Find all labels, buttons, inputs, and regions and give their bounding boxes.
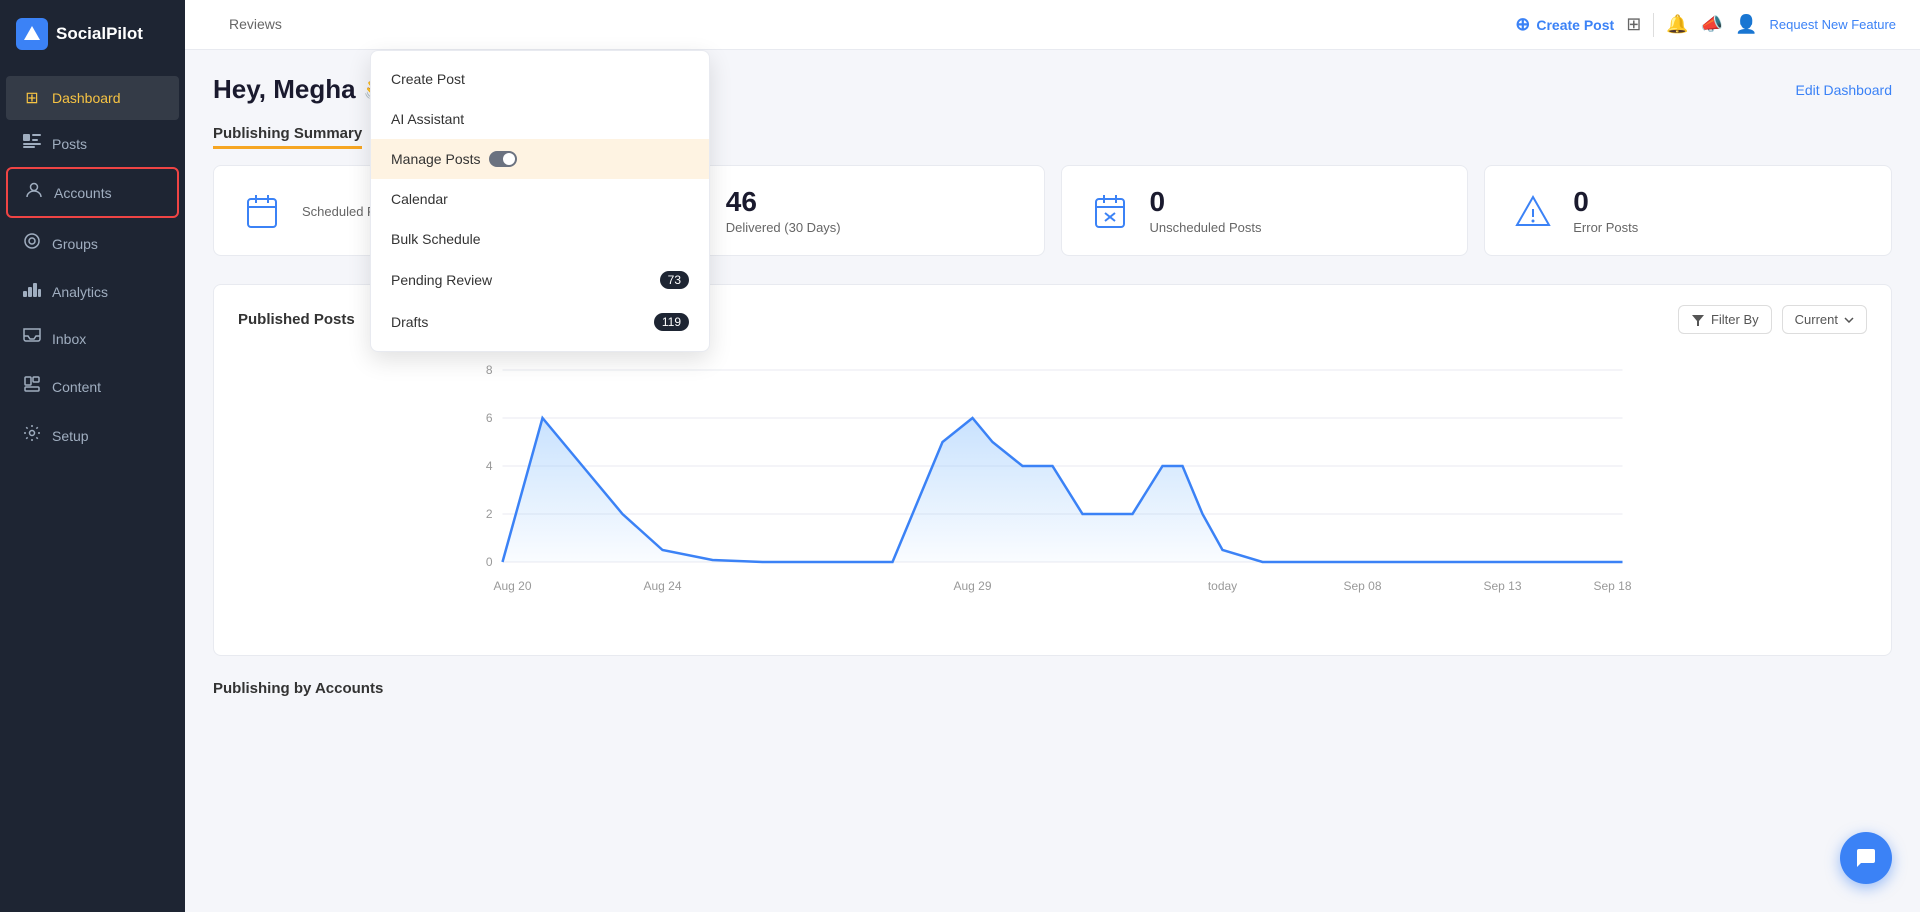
create-post-button[interactable]: ⊕ Create Post (1515, 14, 1614, 35)
drafts-badge: 119 (654, 313, 689, 331)
svg-text:0: 0 (486, 555, 493, 569)
error-label: Error Posts (1573, 220, 1638, 235)
user-icon[interactable]: 👤 (1735, 14, 1757, 35)
grid-icon[interactable]: ⊞ (1626, 14, 1641, 35)
error-info: 0 Error Posts (1573, 186, 1638, 235)
toggle-knob (503, 153, 515, 165)
svg-text:Aug 20: Aug 20 (493, 579, 531, 593)
tab-reviews[interactable]: Reviews (209, 2, 302, 48)
accounts-icon (24, 181, 44, 204)
logo-text: SocialPilot (56, 24, 143, 44)
unscheduled-info: 0 Unscheduled Posts (1150, 186, 1262, 235)
pending-review-badge: 73 (660, 271, 689, 289)
chat-icon (1854, 846, 1878, 870)
request-feature-link[interactable]: Request New Feature (1770, 17, 1896, 32)
svg-text:Aug 24: Aug 24 (643, 579, 681, 593)
svg-text:8: 8 (486, 363, 493, 377)
stat-card-error: 0 Error Posts (1484, 165, 1892, 256)
sidebar-item-inbox[interactable]: Inbox (6, 316, 179, 361)
chart-controls: Filter By Current (1678, 305, 1867, 334)
sidebar-label-posts: Posts (52, 136, 87, 152)
main-area: Reviews ⊕ Create Post ⊞ 🔔 📣 👤 Request Ne… (185, 0, 1920, 912)
greeting: Hey, Megha 👋 (213, 74, 395, 105)
delivered-label: Delivered (30 Days) (726, 220, 841, 235)
manage-posts-row: Manage Posts (391, 151, 517, 167)
svg-text:2: 2 (486, 507, 493, 521)
dropdown-ai-assistant[interactable]: AI Assistant (371, 99, 709, 139)
sidebar: SocialPilot ⊞ Dashboard Posts (0, 0, 185, 912)
dropdown-create-post[interactable]: Create Post (371, 59, 709, 99)
sidebar-label-analytics: Analytics (52, 284, 108, 300)
dropdown-pending-review[interactable]: Pending Review 73 (371, 259, 709, 301)
publishing-accounts-title: Publishing by Accounts (213, 680, 1892, 697)
svg-text:Sep 08: Sep 08 (1343, 579, 1381, 593)
toggle-switch[interactable] (489, 151, 517, 167)
bell-icon[interactable]: 🔔 (1666, 14, 1688, 35)
sidebar-item-posts[interactable]: Posts (6, 122, 179, 165)
topbar-tabs: Reviews (209, 2, 1499, 48)
svg-text:Aug 29: Aug 29 (953, 579, 991, 593)
unscheduled-label: Unscheduled Posts (1150, 220, 1262, 235)
sidebar-nav: ⊞ Dashboard Posts (0, 68, 185, 467)
sidebar-item-content[interactable]: Content (6, 363, 179, 410)
svg-text:today: today (1208, 579, 1237, 593)
sidebar-label-dashboard: Dashboard (52, 90, 121, 106)
groups-icon (22, 232, 42, 255)
setup-icon (22, 424, 42, 447)
dashboard-icon: ⊞ (22, 88, 42, 108)
chart-title: Published Posts (238, 311, 355, 328)
delivered-info: 46 Delivered (30 Days) (726, 186, 841, 235)
svg-text:6: 6 (486, 411, 493, 425)
posts-icon (22, 134, 42, 153)
sidebar-label-accounts: Accounts (54, 185, 112, 201)
stat-card-unscheduled: 0 Unscheduled Posts (1061, 165, 1469, 256)
dropdown-drafts[interactable]: Drafts 119 (371, 301, 709, 343)
logo[interactable]: SocialPilot (0, 0, 185, 68)
unscheduled-number: 0 (1150, 186, 1262, 218)
sidebar-item-accounts[interactable]: Accounts (6, 167, 179, 218)
posts-dropdown-menu: Create Post AI Assistant Manage Posts Ca… (370, 50, 710, 352)
chevron-down-icon (1844, 317, 1854, 323)
sidebar-label-content: Content (52, 379, 101, 395)
chart-container: 8 6 4 2 0 (238, 350, 1867, 635)
sidebar-item-analytics[interactable]: Analytics (6, 269, 179, 314)
dropdown-manage-posts[interactable]: Manage Posts (371, 139, 709, 179)
topbar: Reviews ⊕ Create Post ⊞ 🔔 📣 👤 Request Ne… (185, 0, 1920, 50)
plus-circle-icon: ⊕ (1515, 14, 1530, 35)
chart-svg: 8 6 4 2 0 (238, 350, 1867, 630)
delivered-number: 46 (726, 186, 841, 218)
logo-icon (16, 18, 48, 50)
divider (1653, 13, 1654, 37)
svg-text:Sep 13: Sep 13 (1483, 579, 1521, 593)
dropdown-calendar[interactable]: Calendar (371, 179, 709, 219)
error-number: 0 (1573, 186, 1638, 218)
chat-button[interactable] (1840, 832, 1892, 884)
scheduled-icon (238, 187, 286, 235)
svg-text:Sep 18: Sep 18 (1593, 579, 1631, 593)
topbar-right: ⊕ Create Post ⊞ 🔔 📣 👤 Request New Featur… (1515, 13, 1896, 37)
publishing-summary-title: Publishing Summary (213, 125, 362, 149)
unscheduled-icon (1086, 187, 1134, 235)
megaphone-icon[interactable]: 📣 (1701, 14, 1723, 35)
sidebar-item-groups[interactable]: Groups (6, 220, 179, 267)
period-select[interactable]: Current (1782, 305, 1867, 334)
inbox-icon (22, 328, 42, 349)
svg-text:4: 4 (486, 459, 493, 473)
content-icon (22, 375, 42, 398)
edit-dashboard-button[interactable]: Edit Dashboard (1795, 82, 1892, 98)
filter-button[interactable]: Filter By (1678, 305, 1772, 334)
sidebar-item-dashboard[interactable]: ⊞ Dashboard (6, 76, 179, 120)
sidebar-label-groups: Groups (52, 236, 98, 252)
error-icon (1509, 187, 1557, 235)
sidebar-item-setup[interactable]: Setup (6, 412, 179, 459)
filter-icon (1691, 313, 1705, 327)
analytics-icon (22, 281, 42, 302)
dropdown-bulk-schedule[interactable]: Bulk Schedule (371, 219, 709, 259)
sidebar-label-setup: Setup (52, 428, 89, 444)
sidebar-label-inbox: Inbox (52, 331, 86, 347)
